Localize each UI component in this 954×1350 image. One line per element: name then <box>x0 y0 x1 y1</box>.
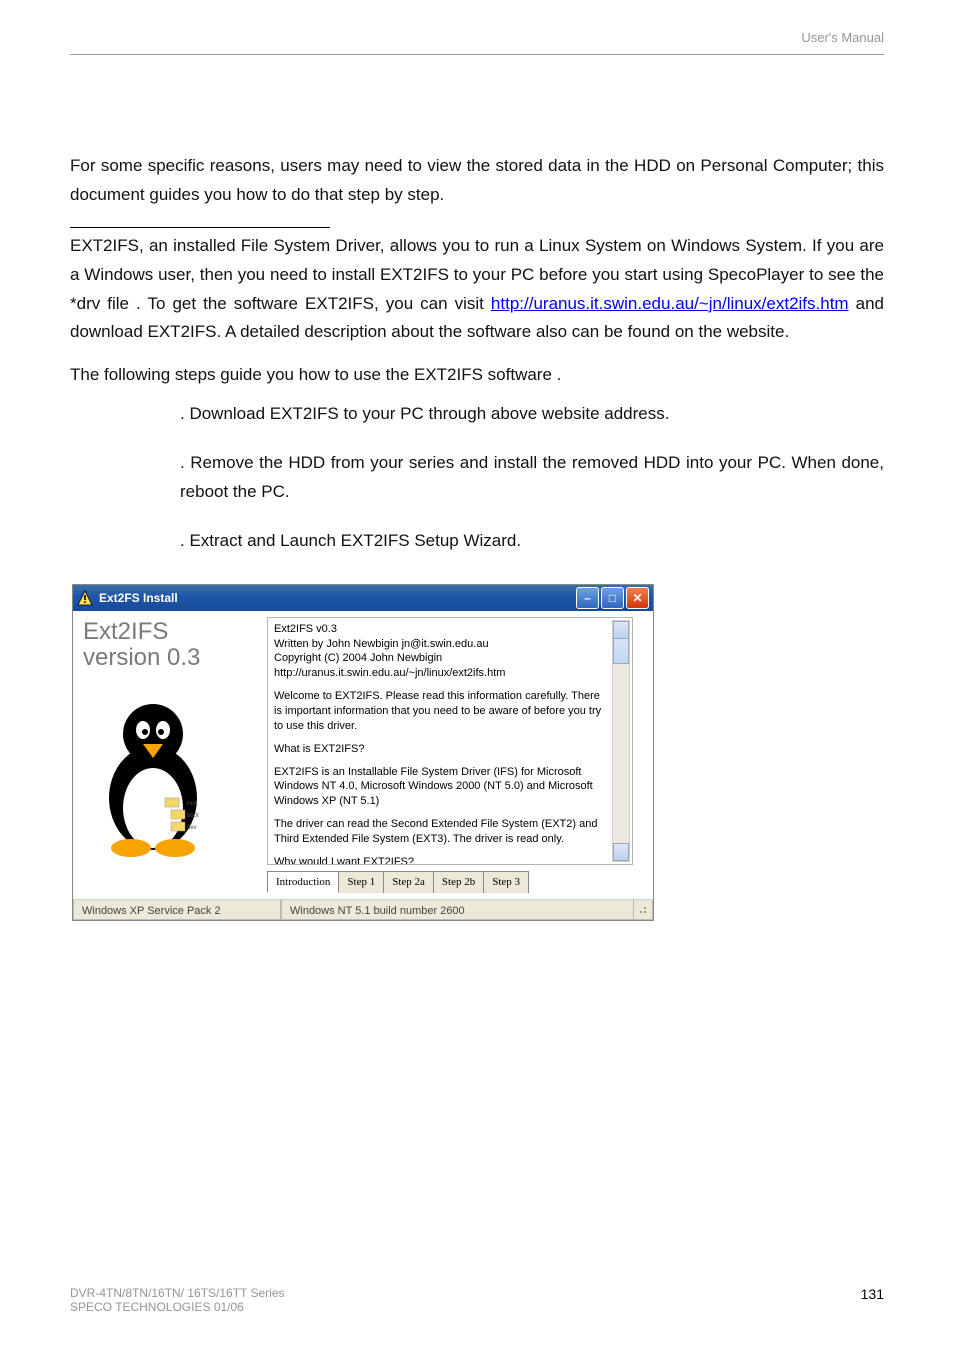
maximize-button[interactable]: □ <box>601 587 624 609</box>
step1-text: . Download EXT2IFS to your PC through ab… <box>180 404 669 423</box>
footer-left: DVR-4TN/8TN/16TN/ 16TS/16TT Series SPECO… <box>70 1286 285 1314</box>
resize-grip[interactable] <box>634 900 653 920</box>
info-l5: Welcome to EXT2IFS. Please read this inf… <box>274 689 608 734</box>
info-l4: http://uranus.it.swin.edu.au/~jn/linux/e… <box>274 666 608 681</box>
info-l2: Written by John Newbigin jn@it.swin.edu.… <box>274 637 608 652</box>
page-number: 131 <box>861 1286 884 1314</box>
ext2-title-2: version 0.3 <box>83 645 253 671</box>
tux-penguin-image: root boot dev <box>83 688 223 858</box>
intro-paragraph: For some specific reasons, users may nee… <box>70 152 884 210</box>
svg-text:boot: boot <box>187 813 199 819</box>
vertical-scrollbar[interactable] <box>612 620 630 862</box>
info-l6: What is EXT2IFS? <box>274 742 608 757</box>
status-right: Windows NT 5.1 build number 2600 <box>281 900 634 920</box>
footer-line2: SPECO TECHNOLOGIES 01/06 <box>70 1300 285 1314</box>
step2-a: . Remove the HDD from your <box>180 453 409 472</box>
close-button[interactable]: ✕ <box>626 587 649 609</box>
step3-text: . Extract and Launch EXT2IFS Setup Wizar… <box>180 531 521 550</box>
scroll-down-button[interactable] <box>613 843 629 861</box>
info-l9: Why would I want EXT2IFS? <box>274 855 608 865</box>
dialog-title: Ext2FS Install <box>99 588 178 608</box>
info-l8: The driver can read the Second Extended … <box>274 817 608 847</box>
tab-step-2b[interactable]: Step 2b <box>433 871 484 894</box>
header-divider <box>70 54 884 55</box>
ext2fs-install-dialog: Ext2FS Install – □ ✕ Ext2IFS version 0.3 <box>72 584 654 922</box>
ext2-title-1: Ext2IFS <box>83 619 253 645</box>
status-left: Windows XP Service Pack 2 <box>73 900 281 920</box>
svg-text:root: root <box>187 801 198 807</box>
info-l1: Ext2IFS v0.3 <box>274 622 608 637</box>
scroll-thumb[interactable] <box>613 638 629 664</box>
minimize-button[interactable]: – <box>576 587 599 609</box>
ext2ifs-link[interactable]: http://uranus.it.swin.edu.au/~jn/linux/e… <box>491 294 849 313</box>
tab-step-3[interactable]: Step 3 <box>483 871 529 894</box>
footer-line1: DVR-4TN/8TN/16TN/ 16TS/16TT Series <box>70 1286 285 1300</box>
tab-introduction[interactable]: Introduction <box>267 871 339 894</box>
tab-step-1[interactable]: Step 1 <box>338 871 384 894</box>
status-bar: Windows XP Service Pack 2 Windows NT 5.1… <box>73 899 653 920</box>
header-label: User's Manual <box>801 30 884 45</box>
steps-intro: The following steps guide you how to use… <box>70 361 884 390</box>
wizard-tabs: Introduction Step 1 Step 2a Step 2b Step… <box>267 871 633 894</box>
info-l3: Copyright (C) 2004 John Newbigin <box>274 651 608 666</box>
warning-icon <box>77 590 93 606</box>
svg-text:dev: dev <box>187 825 197 831</box>
scroll-up-button[interactable] <box>613 621 629 639</box>
tab-step-2a[interactable]: Step 2a <box>383 871 434 894</box>
info-text-box[interactable]: Ext2IFS v0.3 Written by John Newbigin jn… <box>267 617 633 865</box>
dialog-titlebar[interactable]: Ext2FS Install – □ ✕ <box>73 585 653 611</box>
info-l7: EXT2IFS is an Installable File System Dr… <box>274 765 608 810</box>
